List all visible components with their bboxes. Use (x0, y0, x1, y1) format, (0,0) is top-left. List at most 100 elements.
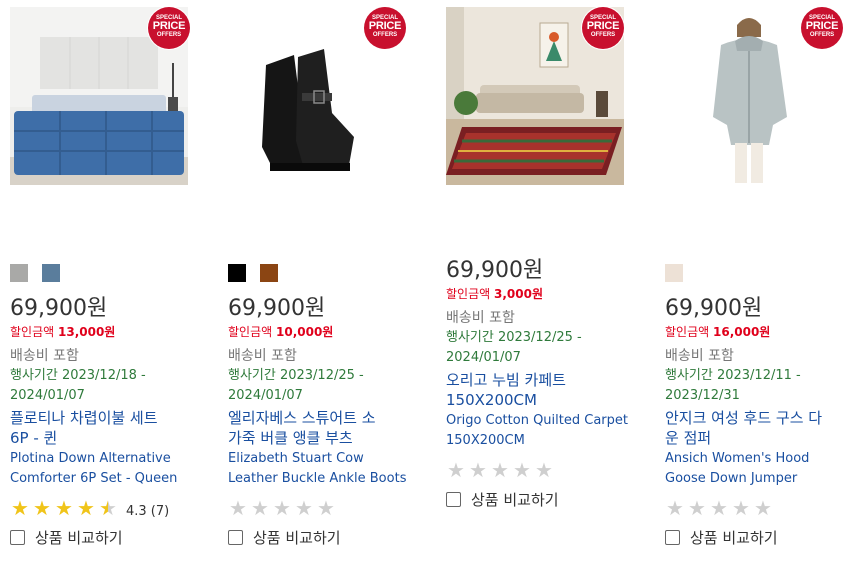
compare-checkbox[interactable]: 상품 비교하기 (10, 527, 210, 549)
badge-line-offers: OFFERS (372, 32, 398, 38)
price: 69,900원 (446, 258, 544, 283)
special-price-badge: SPECIAL PRICE OFFERS (582, 7, 624, 49)
star-icon: ★ (229, 496, 247, 520)
promo-period: 행사기간 2023/12/25 - (228, 368, 364, 383)
rating: ★ ★ ★ ★ ★ (446, 459, 646, 481)
product-name-ko[interactable]: 안지크 여성 후드 구스 다 (665, 408, 854, 428)
promo-period-end: 2024/01/07 (228, 388, 303, 403)
product-name-ko[interactable]: 엘리자베스 스튜어트 소 (228, 408, 428, 428)
promo-period-end: 2024/01/07 (446, 350, 521, 365)
special-price-badge: SPECIAL PRICE OFFERS (801, 7, 843, 49)
rating: ★ ★ ★ ★ ★ (228, 497, 428, 519)
promo-period: 행사기간 2023/12/25 - (446, 330, 582, 345)
star-icon: ★ (754, 496, 772, 520)
product-name-en-line2[interactable]: Comforter 6P Set - Queen (10, 469, 210, 489)
color-swatches (10, 264, 74, 284)
discount-label: 할인금액 (665, 325, 710, 339)
discount: 할인금액 13,000원 (10, 324, 210, 340)
star-icon: ★ (251, 496, 269, 520)
badge-line-price: PRICE (805, 20, 839, 32)
rating: ★ ★ ★ ★ ★ (665, 497, 854, 519)
discount-label: 할인금액 (10, 325, 55, 339)
special-price-badge: SPECIAL PRICE OFFERS (148, 7, 190, 49)
discount: 할인금액 3,000원 (446, 286, 646, 302)
compare-label: 상품 비교하기 (471, 491, 559, 509)
half-star-icon: ★ (99, 496, 117, 520)
shipping-info: 배송비 포함 (665, 348, 734, 364)
star-icon: ★ (535, 458, 553, 482)
discount-value: 16,000원 (713, 325, 771, 339)
product-name-ko-line2[interactable]: 6P - 퀸 (10, 428, 210, 448)
rating-text: 4.3 (7) (126, 504, 170, 519)
product-name-ko[interactable]: 오리고 누빔 카페트 (446, 370, 646, 390)
compare-checkbox[interactable]: 상품 비교하기 (228, 527, 428, 549)
badge-line-price: PRICE (368, 20, 402, 32)
product-info: 69,900원 할인금액 10,000원 배송비 포함 행사기간 2023/12… (228, 296, 428, 549)
product-card: SPECIAL PRICE OFFERS 69,900원 할인금액 3,000원… (446, 0, 652, 565)
checkbox-icon[interactable] (446, 492, 461, 507)
color-swatch-blue[interactable] (42, 264, 60, 282)
star-icon: ★ (33, 496, 51, 520)
product-info: 69,900원 할인금액 3,000원 배송비 포함 행사기간 2023/12/… (446, 258, 646, 511)
star-icon: ★ (666, 496, 684, 520)
promo-period: 행사기간 2023/12/18 - (10, 368, 146, 383)
product-name-ko[interactable]: 플로티나 차렵이불 세트 (10, 408, 210, 428)
price: 69,900원 (665, 296, 763, 321)
checkbox-icon[interactable] (665, 530, 680, 545)
discount-value: 13,000원 (58, 325, 116, 339)
badge-line-price: PRICE (152, 20, 186, 32)
product-name-en-line2[interactable]: 150X200CM (446, 431, 646, 451)
product-name-ko-line2[interactable]: 150X200CM (446, 390, 646, 410)
promo-period: 행사기간 2023/12/11 - (665, 368, 801, 383)
star-icon: ★ (317, 496, 335, 520)
product-name-en-line2[interactable]: Goose Down Jumper (665, 469, 854, 489)
promo-period-end: 2024/01/07 (10, 388, 85, 403)
shipping-info: 배송비 포함 (446, 310, 515, 326)
color-swatches (228, 264, 292, 284)
color-swatch-brown[interactable] (260, 264, 278, 282)
star-icon: ★ (447, 458, 465, 482)
star-icon: ★ (732, 496, 750, 520)
checkbox-icon[interactable] (228, 530, 243, 545)
discount-label: 할인금액 (228, 325, 273, 339)
promo-period-end: 2023/12/31 (665, 388, 740, 403)
product-name-en[interactable]: Ansich Women's Hood (665, 449, 854, 469)
product-name-en-line2[interactable]: Leather Buckle Ankle Boots (228, 469, 428, 489)
discount-value: 3,000원 (494, 287, 543, 301)
discount: 할인금액 10,000원 (228, 324, 428, 340)
price: 69,900원 (228, 296, 326, 321)
color-swatch-beige[interactable] (665, 264, 683, 282)
product-name-en[interactable]: Origo Cotton Quilted Carpet (446, 411, 646, 431)
product-info: 69,900원 할인금액 13,000원 배송비 포함 행사기간 2023/12… (10, 296, 210, 549)
special-price-badge: SPECIAL PRICE OFFERS (364, 7, 406, 49)
rating: ★ ★ ★ ★ ★ 4.3 (7) (10, 497, 210, 519)
product-info: 69,900원 할인금액 16,000원 배송비 포함 행사기간 2023/12… (665, 296, 854, 549)
badge-line-price: PRICE (586, 20, 620, 32)
compare-checkbox[interactable]: 상품 비교하기 (665, 527, 854, 549)
product-name-en[interactable]: Plotina Down Alternative (10, 449, 210, 469)
star-icon: ★ (491, 458, 509, 482)
star-icon: ★ (513, 458, 531, 482)
star-icon: ★ (688, 496, 706, 520)
discount-label: 할인금액 (446, 287, 491, 301)
checkbox-icon[interactable] (10, 530, 25, 545)
color-swatch-gray[interactable] (10, 264, 28, 282)
star-icon: ★ (55, 496, 73, 520)
product-name-en[interactable]: Elizabeth Stuart Cow (228, 449, 428, 469)
compare-checkbox[interactable]: 상품 비교하기 (446, 489, 646, 511)
color-swatch-black[interactable] (228, 264, 246, 282)
star-icon: ★ (77, 496, 95, 520)
star-icon: ★ (469, 458, 487, 482)
product-name-ko-line2[interactable]: 가죽 버클 앵클 부츠 (228, 428, 428, 448)
price: 69,900원 (10, 296, 108, 321)
discount: 할인금액 16,000원 (665, 324, 854, 340)
compare-label: 상품 비교하기 (690, 529, 778, 547)
badge-line-offers: OFFERS (590, 32, 616, 38)
badge-line-offers: OFFERS (156, 32, 182, 38)
compare-label: 상품 비교하기 (253, 529, 341, 547)
product-name-ko-line2[interactable]: 운 점퍼 (665, 428, 854, 448)
star-icon: ★ (273, 496, 291, 520)
shipping-info: 배송비 포함 (10, 348, 79, 364)
star-icon: ★ (11, 496, 29, 520)
discount-value: 10,000원 (276, 325, 334, 339)
